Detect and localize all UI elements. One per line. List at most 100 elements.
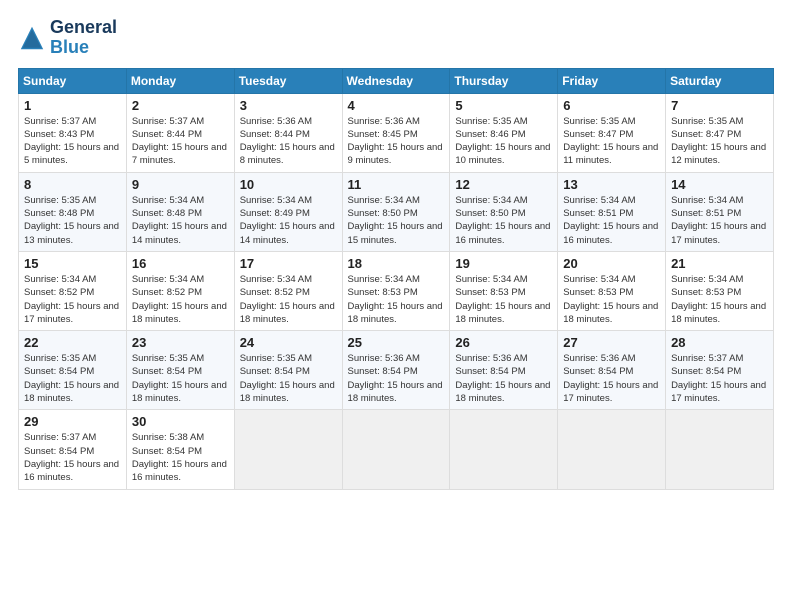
day-info: Sunrise: 5:34 AM Sunset: 8:53 PM Dayligh… [671,273,768,326]
calendar-day-cell: 19 Sunrise: 5:34 AM Sunset: 8:53 PM Dayl… [450,251,558,330]
day-info: Sunrise: 5:34 AM Sunset: 8:52 PM Dayligh… [24,273,121,326]
day-number: 21 [671,256,768,271]
day-info: Sunrise: 5:37 AM Sunset: 8:54 PM Dayligh… [671,352,768,405]
weekday-header: Thursday [450,68,558,93]
calendar-day-cell [450,410,558,489]
calendar-day-cell: 17 Sunrise: 5:34 AM Sunset: 8:52 PM Dayl… [234,251,342,330]
logo: General Blue [18,18,117,58]
day-info: Sunrise: 5:34 AM Sunset: 8:51 PM Dayligh… [671,194,768,247]
day-info: Sunrise: 5:35 AM Sunset: 8:54 PM Dayligh… [240,352,337,405]
day-info: Sunrise: 5:37 AM Sunset: 8:43 PM Dayligh… [24,115,121,168]
calendar-week-row: 22 Sunrise: 5:35 AM Sunset: 8:54 PM Dayl… [19,331,774,410]
calendar-day-cell: 28 Sunrise: 5:37 AM Sunset: 8:54 PM Dayl… [666,331,774,410]
day-number: 29 [24,414,121,429]
day-number: 10 [240,177,337,192]
weekday-header: Friday [558,68,666,93]
day-number: 28 [671,335,768,350]
weekday-header: Wednesday [342,68,450,93]
day-number: 23 [132,335,229,350]
calendar-day-cell: 25 Sunrise: 5:36 AM Sunset: 8:54 PM Dayl… [342,331,450,410]
day-info: Sunrise: 5:36 AM Sunset: 8:54 PM Dayligh… [348,352,445,405]
day-number: 11 [348,177,445,192]
day-number: 7 [671,98,768,113]
header: General Blue [18,18,774,58]
day-number: 30 [132,414,229,429]
day-number: 25 [348,335,445,350]
calendar-day-cell [234,410,342,489]
calendar-day-cell: 5 Sunrise: 5:35 AM Sunset: 8:46 PM Dayli… [450,93,558,172]
day-number: 27 [563,335,660,350]
calendar-day-cell: 9 Sunrise: 5:34 AM Sunset: 8:48 PM Dayli… [126,172,234,251]
day-info: Sunrise: 5:34 AM Sunset: 8:53 PM Dayligh… [455,273,552,326]
day-number: 1 [24,98,121,113]
weekday-header: Monday [126,68,234,93]
calendar-day-cell: 6 Sunrise: 5:35 AM Sunset: 8:47 PM Dayli… [558,93,666,172]
day-number: 19 [455,256,552,271]
day-info: Sunrise: 5:37 AM Sunset: 8:44 PM Dayligh… [132,115,229,168]
weekday-header: Sunday [19,68,127,93]
day-info: Sunrise: 5:34 AM Sunset: 8:51 PM Dayligh… [563,194,660,247]
day-info: Sunrise: 5:35 AM Sunset: 8:47 PM Dayligh… [671,115,768,168]
day-number: 13 [563,177,660,192]
day-number: 4 [348,98,445,113]
day-number: 20 [563,256,660,271]
calendar-day-cell: 22 Sunrise: 5:35 AM Sunset: 8:54 PM Dayl… [19,331,127,410]
calendar-week-row: 1 Sunrise: 5:37 AM Sunset: 8:43 PM Dayli… [19,93,774,172]
calendar-day-cell: 24 Sunrise: 5:35 AM Sunset: 8:54 PM Dayl… [234,331,342,410]
calendar-day-cell: 11 Sunrise: 5:34 AM Sunset: 8:50 PM Dayl… [342,172,450,251]
calendar-day-cell: 8 Sunrise: 5:35 AM Sunset: 8:48 PM Dayli… [19,172,127,251]
day-info: Sunrise: 5:35 AM Sunset: 8:54 PM Dayligh… [24,352,121,405]
calendar-day-cell: 2 Sunrise: 5:37 AM Sunset: 8:44 PM Dayli… [126,93,234,172]
day-info: Sunrise: 5:36 AM Sunset: 8:45 PM Dayligh… [348,115,445,168]
calendar-day-cell: 26 Sunrise: 5:36 AM Sunset: 8:54 PM Dayl… [450,331,558,410]
day-info: Sunrise: 5:35 AM Sunset: 8:48 PM Dayligh… [24,194,121,247]
calendar-header-row: SundayMondayTuesdayWednesdayThursdayFrid… [19,68,774,93]
day-info: Sunrise: 5:35 AM Sunset: 8:46 PM Dayligh… [455,115,552,168]
day-info: Sunrise: 5:36 AM Sunset: 8:44 PM Dayligh… [240,115,337,168]
day-number: 8 [24,177,121,192]
day-info: Sunrise: 5:35 AM Sunset: 8:47 PM Dayligh… [563,115,660,168]
day-number: 18 [348,256,445,271]
day-info: Sunrise: 5:34 AM Sunset: 8:50 PM Dayligh… [455,194,552,247]
calendar-day-cell: 14 Sunrise: 5:34 AM Sunset: 8:51 PM Dayl… [666,172,774,251]
day-info: Sunrise: 5:34 AM Sunset: 8:53 PM Dayligh… [563,273,660,326]
day-number: 17 [240,256,337,271]
calendar-day-cell [558,410,666,489]
calendar-day-cell [666,410,774,489]
day-number: 6 [563,98,660,113]
calendar-day-cell: 30 Sunrise: 5:38 AM Sunset: 8:54 PM Dayl… [126,410,234,489]
logo-text: General Blue [50,18,117,58]
calendar-day-cell: 1 Sunrise: 5:37 AM Sunset: 8:43 PM Dayli… [19,93,127,172]
day-number: 12 [455,177,552,192]
day-info: Sunrise: 5:34 AM Sunset: 8:53 PM Dayligh… [348,273,445,326]
calendar-week-row: 8 Sunrise: 5:35 AM Sunset: 8:48 PM Dayli… [19,172,774,251]
day-number: 3 [240,98,337,113]
calendar-day-cell: 18 Sunrise: 5:34 AM Sunset: 8:53 PM Dayl… [342,251,450,330]
logo-icon [18,24,46,52]
weekday-header: Tuesday [234,68,342,93]
day-info: Sunrise: 5:37 AM Sunset: 8:54 PM Dayligh… [24,431,121,484]
day-info: Sunrise: 5:35 AM Sunset: 8:54 PM Dayligh… [132,352,229,405]
calendar-day-cell: 21 Sunrise: 5:34 AM Sunset: 8:53 PM Dayl… [666,251,774,330]
day-info: Sunrise: 5:34 AM Sunset: 8:52 PM Dayligh… [132,273,229,326]
day-number: 2 [132,98,229,113]
calendar-day-cell [342,410,450,489]
weekday-header: Saturday [666,68,774,93]
calendar-week-row: 15 Sunrise: 5:34 AM Sunset: 8:52 PM Dayl… [19,251,774,330]
day-number: 5 [455,98,552,113]
calendar-day-cell: 27 Sunrise: 5:36 AM Sunset: 8:54 PM Dayl… [558,331,666,410]
calendar-week-row: 29 Sunrise: 5:37 AM Sunset: 8:54 PM Dayl… [19,410,774,489]
day-info: Sunrise: 5:36 AM Sunset: 8:54 PM Dayligh… [563,352,660,405]
day-info: Sunrise: 5:34 AM Sunset: 8:52 PM Dayligh… [240,273,337,326]
day-info: Sunrise: 5:36 AM Sunset: 8:54 PM Dayligh… [455,352,552,405]
day-number: 16 [132,256,229,271]
calendar-day-cell: 13 Sunrise: 5:34 AM Sunset: 8:51 PM Dayl… [558,172,666,251]
page: General Blue SundayMondayTuesdayWednesda… [0,0,792,612]
day-number: 24 [240,335,337,350]
day-info: Sunrise: 5:34 AM Sunset: 8:49 PM Dayligh… [240,194,337,247]
day-info: Sunrise: 5:38 AM Sunset: 8:54 PM Dayligh… [132,431,229,484]
calendar-day-cell: 10 Sunrise: 5:34 AM Sunset: 8:49 PM Dayl… [234,172,342,251]
calendar-day-cell: 4 Sunrise: 5:36 AM Sunset: 8:45 PM Dayli… [342,93,450,172]
day-number: 15 [24,256,121,271]
calendar-day-cell: 15 Sunrise: 5:34 AM Sunset: 8:52 PM Dayl… [19,251,127,330]
